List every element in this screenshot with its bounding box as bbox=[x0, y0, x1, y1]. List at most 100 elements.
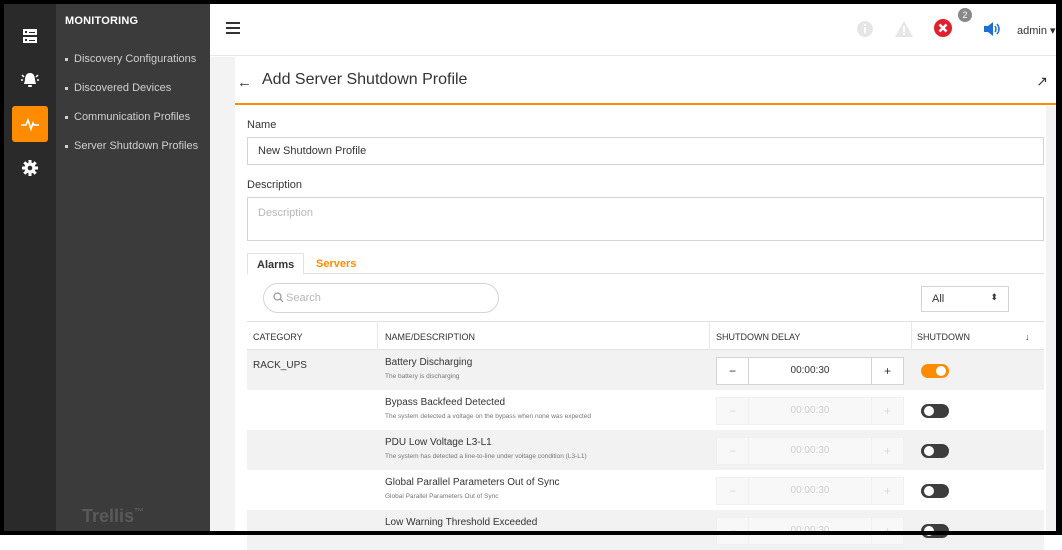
bullet-icon bbox=[65, 57, 68, 61]
delay-value[interactable]: 00:00:30 bbox=[749, 485, 871, 496]
delay-stepper: − 00:00:30 + bbox=[716, 437, 904, 465]
bullet-icon bbox=[65, 86, 68, 90]
top-bar: 2 admin ▾ bbox=[210, 4, 1056, 56]
column-divider bbox=[709, 322, 710, 351]
table-row: Bypass Backfeed Detected The system dete… bbox=[247, 390, 1044, 430]
critical-alarm-icon[interactable] bbox=[932, 17, 954, 44]
row-name: Low Warning Threshold Exceeded bbox=[385, 517, 538, 528]
menu-item-label: Communication Profiles bbox=[74, 111, 191, 123]
back-arrow-icon[interactable]: ← bbox=[237, 74, 252, 91]
filter-value: All bbox=[932, 293, 945, 305]
tab-alarms[interactable]: Alarms bbox=[247, 253, 305, 275]
increment-button[interactable]: + bbox=[871, 358, 903, 384]
warning-status-icon[interactable] bbox=[894, 20, 914, 43]
column-header-name[interactable]: NAME/DESCRIPTION bbox=[385, 332, 475, 342]
info-status-icon[interactable] bbox=[856, 20, 874, 43]
shutdown-toggle[interactable] bbox=[921, 444, 949, 458]
expand-icon[interactable]: ↗ bbox=[1036, 73, 1048, 90]
scrollbar[interactable] bbox=[1046, 106, 1056, 531]
shutdown-toggle[interactable] bbox=[921, 404, 949, 418]
menu-item-label: Discovered Devices bbox=[74, 82, 172, 94]
bullet-icon bbox=[65, 115, 68, 119]
user-name: admin bbox=[1017, 25, 1047, 37]
rail-monitoring-button[interactable] bbox=[12, 106, 48, 142]
alarm-filter-select[interactable]: All ⬍ bbox=[921, 286, 1009, 312]
side-menu: MONITORING Discovery Configurations Disc… bbox=[56, 4, 210, 531]
rail-settings-button[interactable] bbox=[12, 150, 48, 186]
bullet-icon bbox=[65, 144, 68, 148]
search-input[interactable]: Search bbox=[263, 283, 499, 313]
table-row: RACK_UPS Battery Discharging The battery… bbox=[247, 350, 1044, 390]
table-row: PDU Low Voltage L3-L1 The system has det… bbox=[247, 430, 1044, 470]
decrement-button[interactable]: − bbox=[717, 398, 749, 424]
window-bottom-edge bbox=[4, 531, 1056, 535]
table-row: Low Warning Threshold Exceeded − 00:00:3… bbox=[247, 510, 1044, 550]
shutdown-toggle[interactable] bbox=[921, 484, 949, 498]
alarm-count-badge: 2 bbox=[958, 8, 972, 22]
card-header: ← Add Server Shutdown Profile ↗ bbox=[235, 57, 1056, 105]
column-divider bbox=[377, 322, 378, 351]
profile-card: ← Add Server Shutdown Profile ↗ Name New… bbox=[235, 57, 1056, 550]
description-field[interactable]: Description bbox=[247, 197, 1044, 241]
decrement-button[interactable]: − bbox=[717, 438, 749, 464]
delay-stepper: − 00:00:30 + bbox=[716, 357, 904, 385]
toggle-knob bbox=[924, 406, 934, 416]
menu-item-discovered-devices[interactable]: Discovered Devices bbox=[65, 82, 171, 94]
table-header: CATEGORY NAME/DESCRIPTION SHUTDOWN DELAY… bbox=[247, 321, 1044, 351]
tab-servers[interactable]: Servers bbox=[307, 253, 365, 274]
row-name: PDU Low Voltage L3-L1 bbox=[385, 437, 492, 448]
menu-title: MONITORING bbox=[65, 15, 139, 27]
column-header-delay[interactable]: SHUTDOWN DELAY bbox=[716, 332, 800, 342]
pulse-icon bbox=[21, 117, 39, 131]
server-icon bbox=[23, 29, 37, 43]
row-name: Bypass Backfeed Detected bbox=[385, 397, 506, 408]
rail-alarms-button[interactable] bbox=[12, 62, 48, 98]
menu-item-label: Server Shutdown Profiles bbox=[74, 140, 199, 152]
row-name: Battery Discharging bbox=[385, 357, 473, 368]
shutdown-toggle[interactable] bbox=[921, 364, 949, 378]
rail-servers-button[interactable] bbox=[12, 18, 48, 54]
table-row: Global Parallel Parameters Out of Sync G… bbox=[247, 470, 1044, 510]
select-arrow-icon: ⬍ bbox=[990, 292, 998, 302]
row-description: The system has detected a line-to-line u… bbox=[385, 453, 587, 460]
menu-item-communication-profiles[interactable]: Communication Profiles bbox=[65, 111, 190, 123]
tab-bar: Alarms Servers bbox=[247, 253, 1044, 275]
toggle-knob bbox=[924, 446, 934, 456]
hamburger-menu-icon[interactable] bbox=[226, 22, 240, 34]
row-name: Global Parallel Parameters Out of Sync bbox=[385, 477, 560, 488]
search-icon bbox=[273, 292, 284, 303]
user-menu[interactable]: admin ▾ bbox=[1017, 24, 1056, 37]
menu-item-discovery-configurations[interactable]: Discovery Configurations bbox=[65, 53, 196, 65]
row-description: Global Parallel Parameters Out of Sync bbox=[385, 493, 499, 500]
menu-item-server-shutdown-profiles[interactable]: Server Shutdown Profiles bbox=[65, 140, 198, 152]
row-description: The battery is discharging bbox=[385, 373, 460, 380]
toggle-knob bbox=[936, 366, 946, 376]
increment-button[interactable]: + bbox=[871, 438, 903, 464]
column-divider bbox=[911, 322, 912, 351]
column-header-category[interactable]: CATEGORY bbox=[253, 332, 303, 342]
name-label: Name bbox=[247, 119, 277, 131]
page-title: Add Server Shutdown Profile bbox=[262, 71, 468, 88]
increment-button[interactable]: + bbox=[871, 478, 903, 504]
increment-button[interactable]: + bbox=[871, 398, 903, 424]
delay-value[interactable]: 00:00:30 bbox=[749, 405, 871, 416]
decrement-button[interactable]: − bbox=[717, 478, 749, 504]
brand-logo: Trellis™ bbox=[82, 506, 145, 526]
row-description: The system detected a voltage on the byp… bbox=[385, 413, 591, 420]
delay-value[interactable]: 00:00:30 bbox=[749, 365, 871, 376]
description-label: Description bbox=[247, 179, 303, 191]
icon-rail bbox=[4, 4, 56, 531]
column-header-shutdown[interactable]: SHUTDOWN bbox=[917, 332, 970, 342]
delay-stepper: − 00:00:30 + bbox=[716, 397, 904, 425]
delay-value[interactable]: 00:00:30 bbox=[749, 445, 871, 456]
toggle-knob bbox=[924, 486, 934, 496]
decrement-button[interactable]: − bbox=[717, 358, 749, 384]
delay-stepper: − 00:00:30 + bbox=[716, 477, 904, 505]
speaker-icon[interactable] bbox=[982, 20, 1002, 43]
sort-arrow-icon[interactable]: ↓ bbox=[1025, 332, 1030, 342]
main-content: ← Add Server Shutdown Profile ↗ Name New… bbox=[210, 57, 1056, 550]
gear-icon bbox=[22, 160, 38, 176]
name-field[interactable]: New Shutdown Profile bbox=[247, 137, 1044, 165]
row-category: RACK_UPS bbox=[253, 360, 307, 371]
chevron-down-icon: ▾ bbox=[1050, 25, 1056, 37]
